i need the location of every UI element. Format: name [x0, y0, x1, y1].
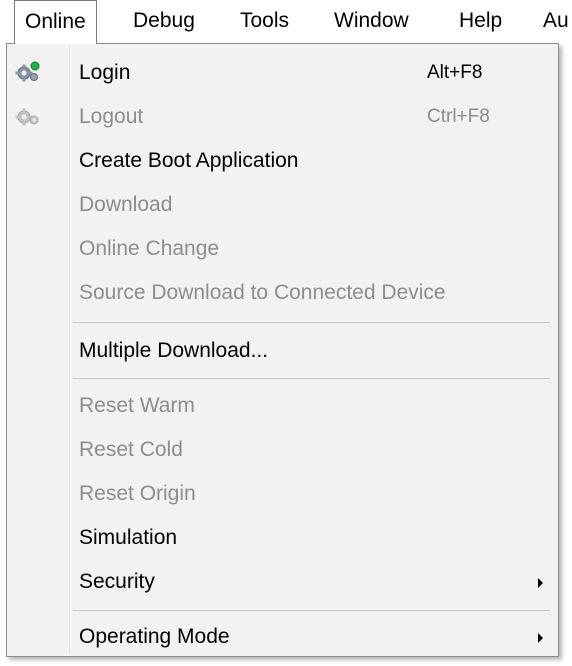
- menu-item-reset-cold[interactable]: Reset Cold: [7, 428, 558, 472]
- menu-separator: [73, 610, 550, 611]
- menu-item-logout[interactable]: Logout Ctrl+F8: [7, 95, 558, 139]
- reset-warm-label: Reset Warm: [79, 394, 195, 417]
- download-label: Download: [79, 193, 173, 216]
- operating-mode-label: Operating Mode: [79, 625, 230, 648]
- menu-bar: Online Debug Tools Window Help Au: [0, 0, 572, 44]
- menu-online[interactable]: Online: [14, 0, 97, 44]
- reset-origin-label: Reset Origin: [79, 482, 196, 505]
- create-boot-application-label: Create Boot Application: [79, 149, 299, 172]
- menu-item-reset-warm[interactable]: Reset Warm: [7, 384, 558, 428]
- security-label: Security: [79, 570, 155, 593]
- logout-gears-icon: [15, 105, 41, 129]
- menu-item-simulation[interactable]: Simulation: [7, 516, 558, 560]
- menu-help[interactable]: Help: [459, 0, 502, 44]
- submenu-arrow-icon: [538, 633, 543, 643]
- simulation-label: Simulation: [79, 526, 178, 549]
- menu-item-online-change[interactable]: Online Change: [7, 227, 558, 271]
- menu-item-source-download[interactable]: Source Download to Connected Device: [7, 271, 558, 315]
- online-dropdown-menu: Login Alt+F8 Logout Ctrl+F8 Create Boot …: [6, 43, 559, 657]
- menu-separator: [73, 378, 550, 379]
- reset-cold-label: Reset Cold: [79, 438, 183, 461]
- menu-debug[interactable]: Debug: [133, 0, 195, 44]
- login-gears-icon: [15, 61, 41, 85]
- login-label: Login: [79, 61, 131, 84]
- menu-au[interactable]: Au: [543, 0, 569, 44]
- menu-separator: [73, 322, 550, 323]
- menu-item-login[interactable]: Login Alt+F8: [7, 51, 558, 95]
- source-download-label: Source Download to Connected Device: [79, 281, 446, 304]
- menu-item-create-boot-application[interactable]: Create Boot Application: [7, 139, 558, 183]
- submenu-arrow-icon: [538, 578, 543, 588]
- login-shortcut: Alt+F8: [427, 62, 483, 83]
- menu-item-reset-origin[interactable]: Reset Origin: [7, 472, 558, 516]
- logout-label: Logout: [79, 105, 144, 128]
- logout-shortcut: Ctrl+F8: [427, 106, 490, 127]
- menu-tools[interactable]: Tools: [240, 0, 289, 44]
- menu-item-download[interactable]: Download: [7, 183, 558, 227]
- multiple-download-label: Multiple Download...: [79, 339, 269, 362]
- online-change-label: Online Change: [79, 237, 220, 260]
- menu-window[interactable]: Window: [334, 0, 409, 44]
- menu-item-multiple-download[interactable]: Multiple Download...: [7, 329, 558, 373]
- menu-item-security[interactable]: Security: [7, 560, 558, 604]
- menu-item-operating-mode[interactable]: Operating Mode: [7, 615, 558, 659]
